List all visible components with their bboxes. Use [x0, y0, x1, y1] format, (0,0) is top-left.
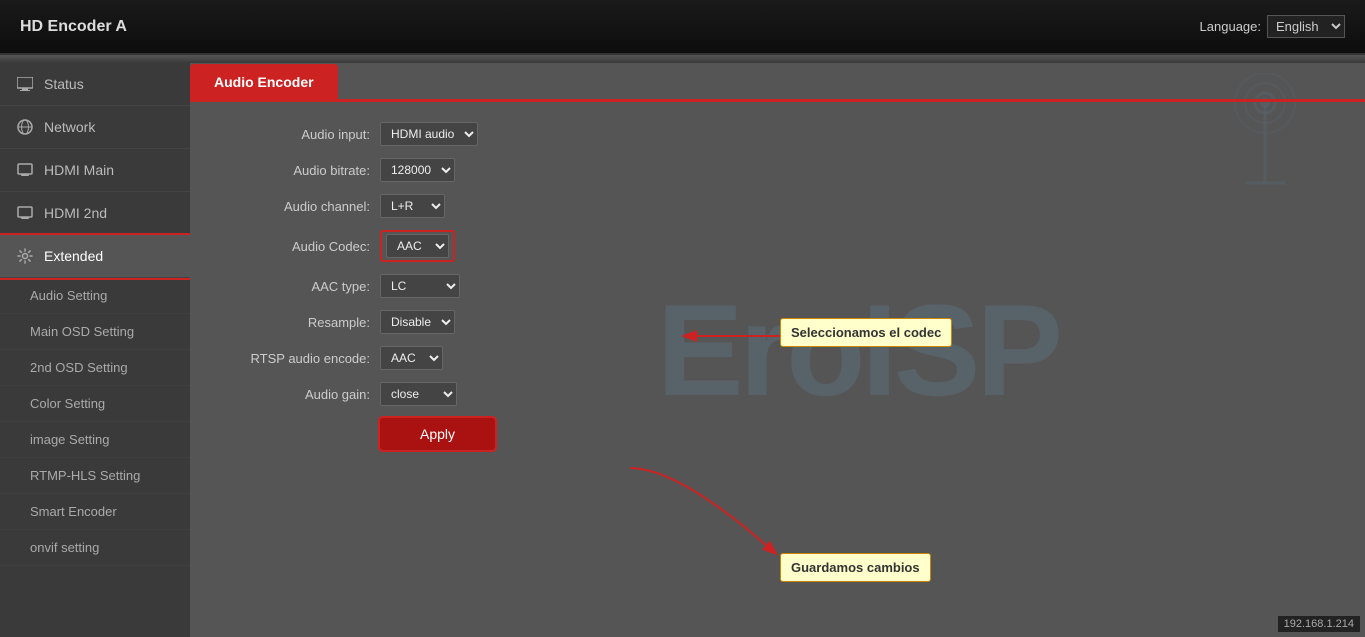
- aac-type-row: AAC type: LC HE-AAC: [220, 274, 1335, 298]
- audio-channel-row: Audio channel: L+R Mono: [220, 194, 1335, 218]
- language-select[interactable]: English Chinese: [1267, 15, 1345, 38]
- hdmi-2nd-icon: [16, 204, 34, 222]
- layout: Status Network HDMI Main HDMI 2nd Extend: [0, 63, 1365, 637]
- audio-gain-select[interactable]: close low medium high: [380, 382, 457, 406]
- rtsp-audio-row: RTSP audio encode: AAC G711: [220, 346, 1335, 370]
- tab-audio-encoder[interactable]: Audio Encoder: [190, 64, 338, 100]
- aac-type-select[interactable]: LC HE-AAC: [380, 274, 460, 298]
- audio-bitrate-label: Audio bitrate:: [220, 163, 380, 178]
- rtsp-audio-select[interactable]: AAC G711: [380, 346, 443, 370]
- audio-input-select[interactable]: HDMI audio Line in: [380, 122, 478, 146]
- sidebar-item-image-setting[interactable]: image Setting: [0, 422, 190, 458]
- sidebar-item-main-osd[interactable]: Main OSD Setting: [0, 314, 190, 350]
- audio-bitrate-select[interactable]: 128000 64000 32000: [380, 158, 455, 182]
- resample-row: Resample: Disable Enable: [220, 310, 1335, 334]
- audio-codec-label: Audio Codec:: [220, 239, 380, 254]
- globe-icon: [16, 118, 34, 136]
- app-title: HD Encoder A: [20, 18, 127, 36]
- hdmi-main-icon: [16, 161, 34, 179]
- apply-row: Apply: [220, 418, 1335, 450]
- sidebar: Status Network HDMI Main HDMI 2nd Extend: [0, 63, 190, 637]
- audio-input-row: Audio input: HDMI audio Line in: [220, 122, 1335, 146]
- sidebar-item-rtmp-hls[interactable]: RTMP-HLS Setting: [0, 458, 190, 494]
- sidebar-label-status: Status: [44, 76, 84, 92]
- resample-label: Resample:: [220, 315, 380, 330]
- annotation-save: Guardamos cambios: [780, 553, 931, 582]
- sidebar-item-color-setting[interactable]: Color Setting: [0, 386, 190, 422]
- tab-bar: Audio Encoder: [190, 63, 1365, 102]
- sidebar-label-extended: Extended: [44, 248, 103, 264]
- language-label: Language:: [1200, 19, 1261, 34]
- annotation-codec: Seleccionamos el codec: [780, 318, 952, 347]
- monitor-icon: [16, 75, 34, 93]
- apply-button[interactable]: Apply: [380, 418, 495, 450]
- audio-codec-highlight: AAC MP3 G711: [380, 230, 455, 262]
- rtsp-audio-label: RTSP audio encode:: [220, 351, 380, 366]
- sidebar-item-extended[interactable]: Extended: [0, 235, 190, 278]
- sidebar-label-hdmi-main: HDMI Main: [44, 162, 114, 178]
- sidebar-item-hdmi-2nd[interactable]: HDMI 2nd: [0, 192, 190, 235]
- gear-icon: [16, 247, 34, 265]
- language-area: Language: English Chinese: [1200, 15, 1345, 38]
- main-content: EroISP Audio Encoder Audio input: HDMI a…: [190, 63, 1365, 637]
- sidebar-item-smart-encoder[interactable]: Smart Encoder: [0, 494, 190, 530]
- audio-bitrate-row: Audio bitrate: 128000 64000 32000: [220, 158, 1335, 182]
- sidebar-item-network[interactable]: Network: [0, 106, 190, 149]
- audio-codec-row: Audio Codec: AAC MP3 G711: [220, 230, 1335, 262]
- audio-input-label: Audio input:: [220, 127, 380, 142]
- ip-badge: 192.168.1.214: [1277, 615, 1361, 633]
- audio-gain-label: Audio gain:: [220, 387, 380, 402]
- audio-channel-label: Audio channel:: [220, 199, 380, 214]
- top-bar: [0, 55, 1365, 63]
- sidebar-item-onvif[interactable]: onvif setting: [0, 530, 190, 566]
- form-area: Audio input: HDMI audio Line in Audio bi…: [190, 102, 1365, 482]
- audio-channel-select[interactable]: L+R Mono: [380, 194, 445, 218]
- resample-select[interactable]: Disable Enable: [380, 310, 455, 334]
- sidebar-label-hdmi-2nd: HDMI 2nd: [44, 205, 107, 221]
- sidebar-item-hdmi-main[interactable]: HDMI Main: [0, 149, 190, 192]
- sidebar-item-2nd-osd[interactable]: 2nd OSD Setting: [0, 350, 190, 386]
- audio-gain-row: Audio gain: close low medium high: [220, 382, 1335, 406]
- sidebar-item-audio-setting[interactable]: Audio Setting: [0, 278, 190, 314]
- sidebar-item-status[interactable]: Status: [0, 63, 190, 106]
- sidebar-label-network: Network: [44, 119, 95, 135]
- header: HD Encoder A Language: English Chinese: [0, 0, 1365, 55]
- audio-codec-select[interactable]: AAC MP3 G711: [386, 234, 449, 258]
- aac-type-label: AAC type:: [220, 279, 380, 294]
